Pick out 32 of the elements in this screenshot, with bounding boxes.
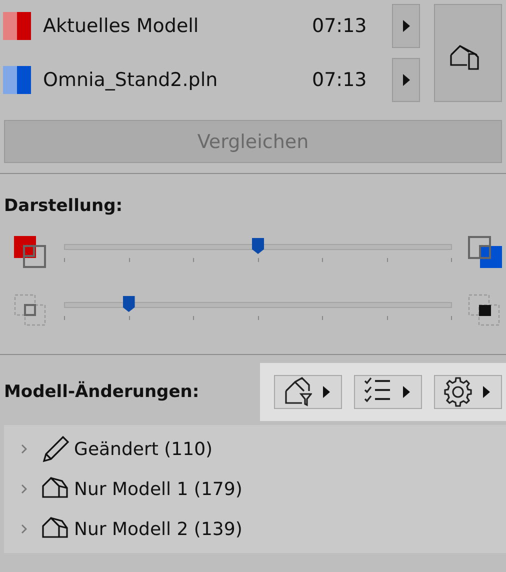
model-name: Omnia_Stand2.pln — [43, 69, 219, 91]
slider-thumb[interactable] — [252, 238, 264, 254]
model-time: 07:13 — [312, 15, 368, 37]
tree-item-label: Nur Modell 2 (139) — [74, 518, 242, 540]
tree-item[interactable]: Geändert (110) — [4, 429, 506, 469]
triangle-icon — [400, 18, 412, 34]
tree-item-label: Geändert (110) — [74, 438, 213, 460]
house-filter-icon — [284, 377, 312, 407]
triangle-icon — [401, 384, 412, 400]
filled-square-icon — [468, 294, 502, 328]
house-filter-button[interactable] — [274, 375, 342, 409]
triangle-icon — [400, 72, 412, 88]
settings-button[interactable] — [434, 375, 502, 409]
tree-item[interactable]: Nur Modell 1 (179) — [4, 469, 506, 509]
tree-item[interactable]: Nur Modell 2 (139) — [4, 509, 506, 549]
checklist-button[interactable] — [354, 375, 422, 409]
model-time: 07:13 — [312, 69, 368, 91]
triangle-icon — [481, 384, 492, 400]
tree-item-label: Nur Modell 1 (179) — [74, 478, 242, 500]
section-title: Darstellung: — [4, 196, 124, 216]
model-name: Aktuelles Modell — [43, 15, 200, 37]
house-document-button[interactable] — [434, 4, 502, 102]
pencil-icon — [42, 435, 70, 463]
overlapping-squares-icon — [14, 236, 48, 270]
overlapping-squares-icon — [468, 236, 502, 270]
triangle-icon — [321, 384, 332, 400]
settings-icon — [444, 377, 472, 407]
expand-button[interactable] — [392, 58, 420, 102]
slider-thumb[interactable] — [122, 296, 135, 312]
section-title: Modell-Änderungen: — [4, 382, 200, 402]
expand-button[interactable] — [392, 4, 420, 48]
dashed-squares-icon — [14, 294, 48, 328]
